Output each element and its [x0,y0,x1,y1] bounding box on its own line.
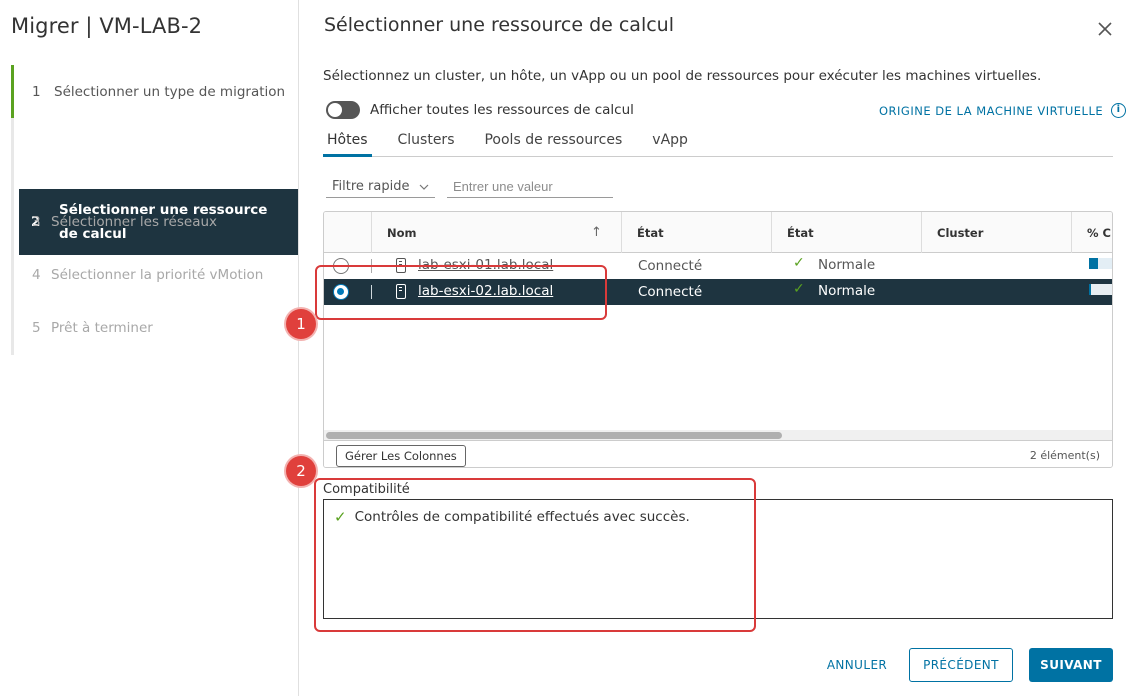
tab-hosts[interactable]: Hôtes [323,128,372,157]
resource-tabs: Hôtes Clusters Pools de ressources vApp [323,128,1113,157]
column-cluster[interactable]: Cluster [921,212,1071,253]
column-cluster-label: Cluster [937,225,984,240]
scrollbar-thumb[interactable] [326,432,782,439]
hosts-datagrid: Nom ↑ État État Cluster % CPU lab-esxi-0… [323,211,1113,468]
step-select-networks: 3 Sélectionner les réseaux [11,207,298,237]
quick-filter-select[interactable]: Filtre rapide [326,176,435,198]
horizontal-scrollbar[interactable] [324,430,1112,440]
host-status: Normale [818,283,876,299]
annotation-badge-2: 2 [286,456,316,486]
grid-footer: Gérer Les Colonnes 2 élément(s) [324,440,1112,467]
show-all-resources-toggle-row: Afficher toutes les ressources de calcul [326,101,634,119]
column-status[interactable]: État [771,212,921,253]
step-number: 1 [32,83,41,100]
step-number: 4 [32,267,41,283]
column-state[interactable]: État [621,212,771,253]
vm-origin-link[interactable]: ORIGINE DE LA MACHINE VIRTUELLE i [879,103,1127,118]
page-description: Sélectionnez un cluster, un hôte, un vAp… [323,68,1042,84]
tab-vapp[interactable]: vApp [648,128,692,157]
column-name[interactable]: Nom ↑ [371,212,621,253]
cpu-usage-fill [1089,258,1098,269]
show-all-resources-toggle[interactable] [326,101,360,119]
item-count: 2 élément(s) [1029,449,1100,462]
close-icon[interactable] [1096,20,1114,38]
column-state-label: État [637,225,664,240]
annotation-box-1 [315,265,607,320]
filter-value-input[interactable] [447,176,613,198]
step-select-vmotion-priority: 4 Sélectionner la priorité vMotion [11,260,298,290]
quick-filter-label: Filtre rapide [332,179,410,194]
wizard-sidebar: Migrer | VM-LAB-2 1 Sélectionner un type… [0,0,299,696]
step-number: 5 [32,320,41,336]
next-button[interactable]: SUIVANT [1029,648,1113,682]
host-status: Normale [818,257,876,273]
annotation-box-2 [314,478,756,632]
step-label: Sélectionner un type de migration [54,83,286,100]
filter-row: Filtre rapide [326,176,613,198]
previous-button[interactable]: PRÉCÉDENT [909,648,1013,682]
column-status-label: État [787,225,814,240]
cancel-button[interactable]: ANNULER [815,648,899,682]
step-ready-to-complete: 5 Prêt à terminer [11,313,298,343]
cpu-usage-fill [1089,284,1092,295]
wizard-title: Migrer | VM-LAB-2 [11,14,203,38]
step-label: Sélectionner les réseaux [51,214,218,230]
host-state: Connecté [638,258,703,274]
cpu-usage-bar [1089,258,1112,269]
tab-resource-pools[interactable]: Pools de ressources [480,128,626,157]
chevron-down-icon [419,184,429,190]
annotation-badge-1: 1 [286,309,316,339]
tab-clusters[interactable]: Clusters [394,128,459,157]
manage-columns-button[interactable]: Gérer Les Colonnes [336,445,466,467]
column-name-label: Nom [387,225,417,240]
info-icon[interactable]: i [1111,103,1127,118]
sort-ascending-icon[interactable]: ↑ [591,225,602,240]
page-title: Sélectionner une ressource de calcul [324,14,674,36]
vm-origin-label: ORIGINE DE LA MACHINE VIRTUELLE [879,103,1104,118]
check-icon: ✓ [793,281,805,297]
step-label: Prêt à terminer [51,320,153,336]
check-icon: ✓ [793,255,805,271]
column-cpu-label: % CPU [1087,225,1112,240]
step-number: 3 [32,214,41,230]
grid-header: Nom ↑ État État Cluster % CPU [324,212,1112,253]
host-state: Connecté [638,284,703,300]
toggle-label: Afficher toutes les ressources de calcul [370,102,634,118]
cpu-usage-bar [1089,284,1112,295]
step-label: Sélectionner la priorité vMotion [51,267,264,283]
column-cpu[interactable]: % CPU [1071,212,1112,253]
step-select-migration-type[interactable]: 1 Sélectionner un type de migration [11,65,298,118]
